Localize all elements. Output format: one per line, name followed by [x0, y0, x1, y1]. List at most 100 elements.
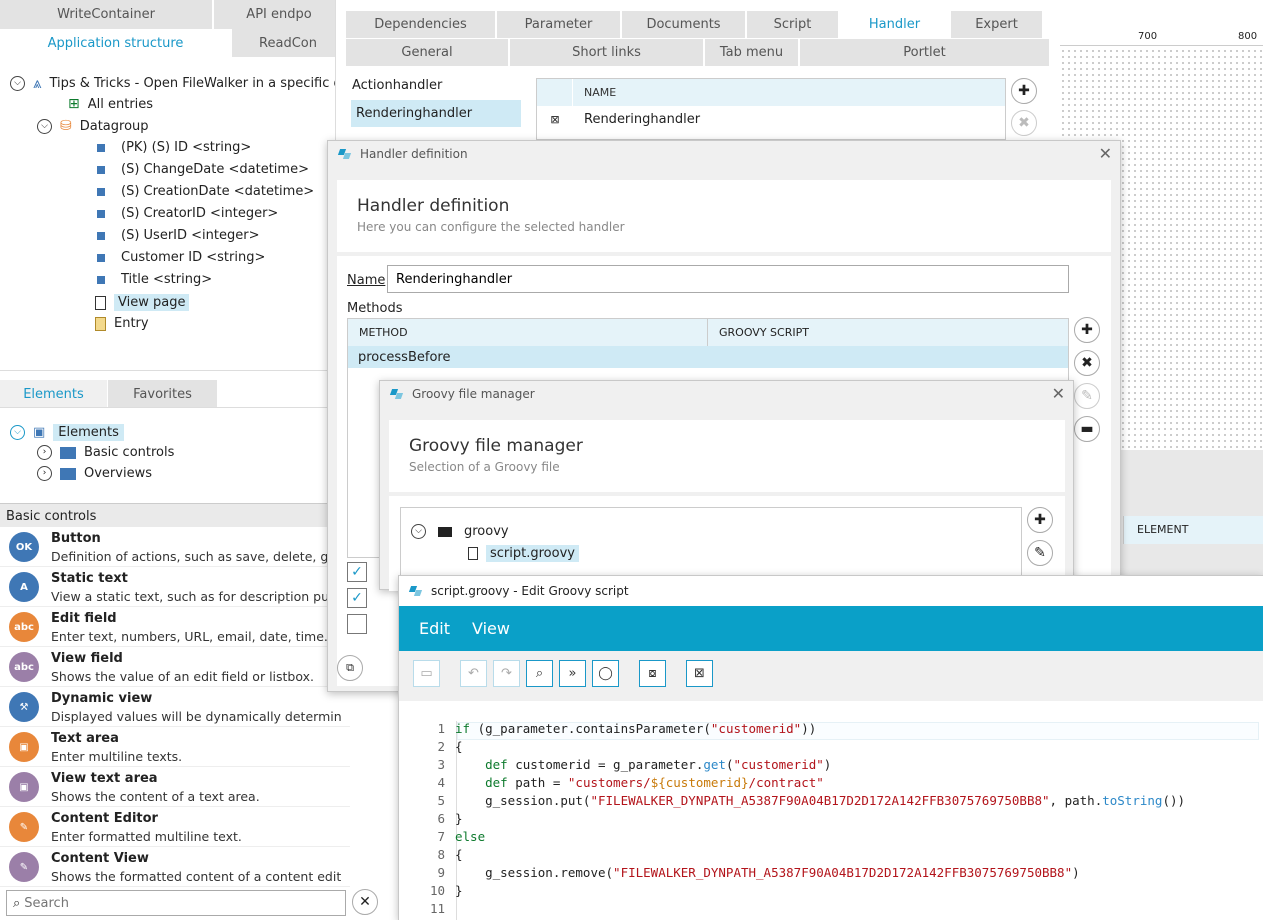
- tab-documents[interactable]: Documents: [622, 11, 746, 38]
- redo-icon[interactable]: ↷: [493, 660, 520, 687]
- menu-view[interactable]: View: [472, 619, 510, 638]
- close-icon[interactable]: ✕: [1052, 384, 1065, 403]
- add-method-button[interactable]: ✚: [1074, 317, 1100, 343]
- search-input[interactable]: [24, 895, 325, 911]
- code-text: def customerid = g_parameter.get("custom…: [485, 757, 832, 772]
- add-file-button[interactable]: ✚: [1027, 507, 1053, 533]
- tab-tab-menu[interactable]: Tab menu: [705, 39, 799, 66]
- close-editor-icon[interactable]: ⊠: [686, 660, 713, 687]
- dialog-title-bar-text: Handler definition: [360, 147, 468, 161]
- collapse-icon[interactable]: ⌵: [37, 118, 52, 134]
- search-box[interactable]: ⌕: [6, 890, 346, 916]
- tab-script[interactable]: Script: [747, 11, 839, 38]
- folder-icon: [438, 526, 452, 537]
- list-item[interactable]: OK Button Definition of actions, such as s…: [0, 527, 350, 567]
- window-mode-button[interactable]: ⧉: [337, 655, 363, 681]
- tree-field[interactable]: (PK) (S) ID <string>: [97, 140, 251, 155]
- collapse-icon[interactable]: ⌵: [10, 425, 25, 440]
- control-name: Content Editor: [51, 811, 158, 826]
- controls-list: OK Button Definition of actions, such as s…: [0, 527, 350, 887]
- table-row[interactable]: ⊠ Renderinghandler: [537, 106, 1005, 133]
- list-item[interactable]: ⚒ Dynamic view Displayed values will be dy…: [0, 687, 350, 727]
- tab-parameter[interactable]: Parameter: [497, 11, 621, 38]
- expand-icon[interactable]: ›: [37, 445, 52, 460]
- tree-field-label: (S) ChangeDate <datetime>: [121, 162, 309, 177]
- tab-general[interactable]: General: [346, 39, 509, 66]
- name-field[interactable]: [387, 265, 1069, 293]
- checkbox-2[interactable]: ✓: [347, 588, 367, 608]
- delete-handler-button[interactable]: ✖: [1011, 110, 1037, 136]
- collapse-icon[interactable]: ⌵: [411, 524, 426, 539]
- elements-overviews[interactable]: › Overviews: [37, 466, 152, 481]
- table-row[interactable]: processBefore: [348, 346, 1068, 368]
- line-number: 5: [437, 793, 445, 808]
- menu-edit[interactable]: Edit: [419, 619, 450, 638]
- checkbox-3[interactable]: [347, 614, 367, 634]
- control-name: View field: [51, 651, 123, 666]
- handler-type-actionhandler[interactable]: Actionhandler: [352, 78, 442, 93]
- open-folder-button[interactable]: ▬: [1074, 416, 1100, 442]
- close-icon[interactable]: ✕: [1099, 144, 1112, 163]
- list-item[interactable]: ▣ View text area Shows the content of a te…: [0, 767, 350, 807]
- tab-short-links[interactable]: Short links: [510, 39, 704, 66]
- list-item[interactable]: A Static text View a static text, such as …: [0, 567, 350, 607]
- tab-favorites[interactable]: Favorites: [108, 380, 218, 408]
- search-icon[interactable]: ⌕: [526, 660, 553, 687]
- list-item[interactable]: ✎ Content Editor Enter formatted multiline…: [0, 807, 350, 847]
- col-method: METHOD: [348, 319, 708, 346]
- list-item[interactable]: abc Edit field Enter text, numbers, URL, e…: [0, 607, 350, 647]
- elements-basic-controls[interactable]: › Basic controls: [37, 445, 174, 460]
- tree-script-file[interactable]: script.groovy: [468, 545, 579, 562]
- tab-handler[interactable]: Handler: [840, 11, 950, 38]
- undo-icon[interactable]: ↶: [460, 660, 487, 687]
- handler-type-renderinghandler[interactable]: Renderinghandler: [351, 100, 521, 127]
- field-icon: [97, 209, 105, 218]
- tree-field[interactable]: (S) CreationDate <datetime>: [97, 184, 314, 199]
- tree-field[interactable]: (S) UserID <integer>: [97, 228, 259, 243]
- line-number: 11: [429, 901, 445, 916]
- editor-menu-bar: Edit View: [399, 606, 1263, 651]
- tree-root[interactable]: ⌵ ⩓ Tips & Tricks - Open FileWalker in a…: [10, 74, 351, 92]
- save-icon[interactable]: ▭: [413, 660, 440, 687]
- tab-api-endpoint[interactable]: API endpo: [214, 0, 345, 29]
- comment-icon[interactable]: ◯: [592, 660, 619, 687]
- expand-icon[interactable]: ›: [37, 466, 52, 481]
- line-number: 2: [437, 739, 445, 754]
- tree-field[interactable]: (S) CreatorID <integer>: [97, 206, 278, 221]
- tree-datagroup[interactable]: ⌵ ⛁ Datagroup: [37, 118, 149, 134]
- tree-groovy-folder[interactable]: ⌵ groovy: [411, 524, 509, 539]
- tree-view-page[interactable]: View page: [95, 294, 190, 311]
- editor-code-area[interactable]: 1 if (g_parameter.containsParameter("cust…: [399, 701, 1263, 920]
- tab-portlet[interactable]: Portlet: [800, 39, 1050, 66]
- code-text: {: [455, 739, 463, 754]
- list-item[interactable]: ▣ Text area Enter multiline texts.: [0, 727, 350, 767]
- clear-search-button[interactable]: ✕: [352, 889, 378, 915]
- tree-field[interactable]: (S) ChangeDate <datetime>: [97, 162, 309, 177]
- list-item[interactable]: ✎ Content View Shows the formatted content…: [0, 847, 350, 887]
- tab-application-structure[interactable]: Application structure: [0, 29, 232, 57]
- tab-expert[interactable]: Expert: [951, 11, 1043, 38]
- ruler-mark-700: 700: [1138, 31, 1158, 42]
- tree-all-entries[interactable]: ⊞ All entries: [68, 96, 153, 112]
- edit-file-button[interactable]: ✎: [1027, 540, 1053, 566]
- delete-method-button[interactable]: ✖: [1074, 350, 1100, 376]
- test-script-icon[interactable]: ⧇: [639, 660, 666, 687]
- tree-field[interactable]: Title <string>: [97, 272, 212, 287]
- tab-elements[interactable]: Elements: [0, 380, 108, 408]
- collapse-icon[interactable]: ⌵: [10, 75, 25, 91]
- goto-icon[interactable]: »: [559, 660, 586, 687]
- file-icon: [468, 547, 478, 560]
- tree-entry[interactable]: Entry: [95, 316, 149, 331]
- edit-method-button[interactable]: ✎: [1074, 383, 1100, 409]
- folder-icon: [60, 446, 76, 459]
- tab-writecontainer[interactable]: WriteContainer: [0, 0, 213, 29]
- col-groovy-script: GROOVY SCRIPT: [719, 326, 809, 339]
- tab-readcontainer[interactable]: ReadCon: [232, 29, 345, 57]
- elements-root[interactable]: ⌵ ▣ Elements: [10, 424, 124, 441]
- dialog-subheading: Here you can configure the selected hand…: [357, 220, 625, 234]
- add-handler-button[interactable]: ✚: [1011, 78, 1037, 104]
- list-item[interactable]: abc View field Shows the value of an edit …: [0, 647, 350, 687]
- tab-dependencies[interactable]: Dependencies: [346, 11, 496, 38]
- checkbox-1[interactable]: ✓: [347, 562, 367, 582]
- tree-field[interactable]: Customer ID <string>: [97, 250, 265, 265]
